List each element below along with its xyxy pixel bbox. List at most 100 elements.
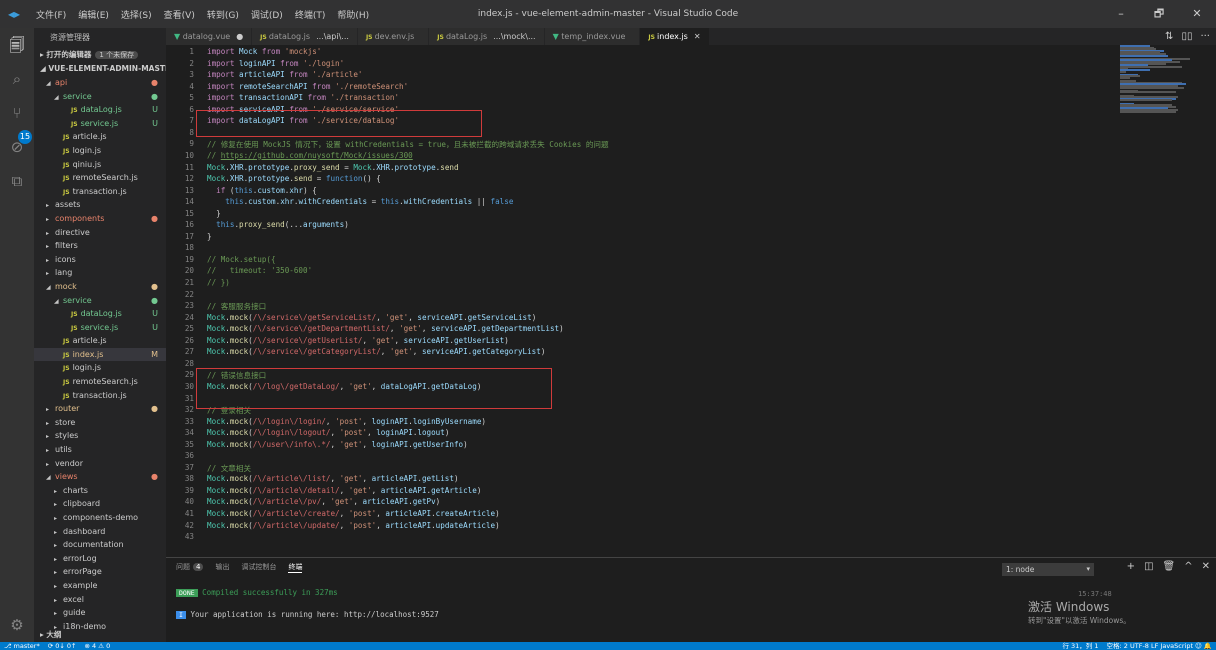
folder-item[interactable]: ▸ errorPage	[34, 565, 166, 579]
editor-tab[interactable]: ▼ datalog.vue ●	[166, 28, 253, 45]
code-line[interactable]: Mock.mock(/\/article\/detail/, 'get', ar…	[207, 486, 481, 495]
folder-item[interactable]: ▸ documentation	[34, 538, 166, 552]
maximize-button[interactable]: 🗗	[1140, 0, 1178, 28]
file-item[interactable]: JS index.js M	[34, 347, 166, 362]
code-line[interactable]: import loginAPI from './login'	[207, 59, 344, 68]
panel-tab[interactable]: 问题 4	[176, 562, 204, 573]
menu-item[interactable]: 帮助(H)	[331, 8, 375, 21]
layout-icon[interactable]: ▯▯	[1181, 28, 1192, 45]
folder-item[interactable]: ▸ assets	[34, 198, 166, 212]
file-item[interactable]: JS remoteSearch.js	[34, 171, 166, 185]
file-item[interactable]: JS login.js	[34, 144, 166, 158]
code-line[interactable]: }	[207, 232, 212, 241]
folder-item[interactable]: ▸ filters	[34, 239, 166, 253]
folder-item[interactable]: ▸ components ●	[34, 212, 166, 226]
code-line[interactable]: // 修复在使用 MockJS 情况下，设置 withCredentials =…	[207, 139, 609, 150]
folder-item[interactable]: ▸ dashboard	[34, 525, 166, 539]
folder-item[interactable]: ▸ components-demo	[34, 511, 166, 525]
code-line[interactable]: Mock.mock(/\/article\/list/, 'get', arti…	[207, 474, 459, 483]
file-item[interactable]: JS remoteSearch.js	[34, 375, 166, 389]
folder-item[interactable]: ▸ excel	[34, 593, 166, 607]
git-branch[interactable]: ⎇ master*	[4, 642, 40, 650]
code-line[interactable]: import transactionAPI from './transactio…	[207, 93, 399, 102]
folder-item[interactable]: ◢ mock ●	[34, 280, 166, 294]
code-line[interactable]: this.custom.xhr.withCredentials = this.w…	[207, 197, 513, 206]
file-item[interactable]: JS article.js	[34, 334, 166, 348]
settings-gear-icon[interactable]: ⚙	[0, 608, 34, 642]
explorer-icon[interactable]: 🗐	[0, 28, 34, 62]
menu-item[interactable]: 选择(S)	[115, 8, 158, 21]
code-line[interactable]: this.proxy_send(...arguments)	[207, 220, 349, 229]
code-line[interactable]: Mock.XHR.prototype.proxy_send = Mock.XHR…	[207, 163, 459, 172]
code-line[interactable]: Mock.XHR.prototype.send = function() {	[207, 174, 381, 183]
code-line[interactable]: // Mock.setup({	[207, 255, 276, 264]
status-right-items[interactable]: 空格: 2 UTF-8 LF JavaScript ☺ 🔔	[1107, 642, 1212, 650]
file-item[interactable]: JS transaction.js	[34, 185, 166, 199]
terminal-output[interactable]: DONE Compiled successfully in 327ms I Yo…	[176, 586, 439, 630]
code-line[interactable]: }	[207, 209, 221, 218]
maximize-panel-icon[interactable]: ^	[1184, 561, 1192, 572]
panel-tab[interactable]: 输出	[215, 562, 229, 573]
file-item[interactable]: JS qiniu.js	[34, 158, 166, 172]
code-line[interactable]: // 文章相关	[207, 463, 251, 474]
folder-item[interactable]: ◢ views ●	[34, 470, 166, 484]
source-control-icon[interactable]: ⑂	[0, 96, 34, 130]
code-line[interactable]: Mock.mock(/\/login\/logout/, 'post', log…	[207, 428, 449, 437]
sync-status[interactable]: ⟳ 0↓ 0↑	[48, 642, 77, 650]
code-editor[interactable]: 1 import Mock from 'mockjs' 2 import loginA…	[166, 45, 1196, 557]
editor-tab[interactable]: JS dataLog.js ...\mock\...	[429, 28, 545, 45]
close-tab-icon[interactable]: ✕	[694, 32, 701, 41]
code-line[interactable]: // })	[207, 278, 230, 287]
more-actions-icon[interactable]: ···	[1200, 28, 1210, 45]
folder-item[interactable]: ▸ styles	[34, 429, 166, 443]
menu-item[interactable]: 文件(F)	[30, 8, 72, 21]
code-line[interactable]: Mock.mock(/\/article\/update/, 'post', a…	[207, 521, 500, 530]
folder-item[interactable]: ▸ errorLog	[34, 552, 166, 566]
editor-tab[interactable]: JS dataLog.js ...\api\...	[252, 28, 358, 45]
project-section[interactable]: ◢ VUE-ELEMENT-ADMIN-MASTER	[34, 62, 166, 76]
code-line[interactable]: Mock.mock(/\/article\/pv/, 'get', articl…	[207, 497, 440, 506]
menu-item[interactable]: 终端(T)	[289, 8, 332, 21]
folder-item[interactable]: ▸ clipboard	[34, 497, 166, 511]
code-line[interactable]: Mock.mock(/\/login\/login/, 'post', logi…	[207, 417, 486, 426]
folder-item[interactable]: ▸ router ●	[34, 402, 166, 416]
menu-item[interactable]: 查看(V)	[158, 8, 201, 21]
new-terminal-icon[interactable]: +	[1127, 561, 1135, 572]
menu-item[interactable]: 编辑(E)	[72, 8, 115, 21]
file-item[interactable]: JS service.js U	[34, 321, 166, 335]
folder-item[interactable]: ▸ directive	[34, 226, 166, 240]
open-editors-section[interactable]: ▸ 打开的编辑器 1 个未保存	[34, 48, 166, 62]
code-line[interactable]: Mock.mock(/\/service\/getUserList/, 'get…	[207, 336, 509, 345]
code-line[interactable]: import remoteSearchAPI from './remoteSea…	[207, 82, 408, 91]
code-line[interactable]: if (this.custom.xhr) {	[207, 186, 317, 195]
code-line[interactable]: // https://github.com/nuysoft/Mock/issue…	[207, 151, 413, 160]
folder-item[interactable]: ▸ charts	[34, 484, 166, 498]
folder-item[interactable]: ◢ api ●	[34, 76, 166, 90]
code-line[interactable]: Mock.mock(/\/service\/getDepartmentList/…	[207, 324, 564, 333]
extensions-icon[interactable]: ⧉	[0, 164, 34, 198]
outline-section[interactable]: ▸ 大纲	[34, 628, 61, 642]
editor-tab[interactable]: ▼ temp_index.vue	[544, 28, 641, 45]
folder-item[interactable]: ◢ service ●	[34, 294, 166, 308]
panel-tab[interactable]: 调试控制台	[241, 562, 276, 573]
editor-tab[interactable]: JS index.js ✕	[640, 28, 710, 45]
code-line[interactable]: // 客服服务接口	[207, 301, 266, 312]
problems-status[interactable]: ⊗ 4 ⚠ 0	[84, 642, 110, 650]
file-item[interactable]: JS dataLog.js U	[34, 307, 166, 321]
file-item[interactable]: JS login.js	[34, 361, 166, 375]
folder-item[interactable]: ▸ vendor	[34, 457, 166, 471]
file-item[interactable]: JS article.js	[34, 130, 166, 144]
menu-item[interactable]: 转到(G)	[201, 8, 245, 21]
code-line[interactable]: Mock.mock(/\/service\/getCategoryList/, …	[207, 347, 545, 356]
terminal-select[interactable]: 1: node ▾	[1002, 563, 1094, 576]
file-item[interactable]: JS service.js U	[34, 117, 166, 131]
folder-item[interactable]: ▸ store	[34, 416, 166, 430]
code-line[interactable]: Mock.mock(/\/user\/info\.*/, 'get', logi…	[207, 440, 468, 449]
file-item[interactable]: JS transaction.js	[34, 389, 166, 403]
file-item[interactable]: JS dataLog.js U	[34, 103, 166, 117]
code-line[interactable]: // timeout: '350-600'	[207, 266, 312, 275]
split-terminal-icon[interactable]: ◫	[1144, 561, 1153, 572]
close-window-button[interactable]: ✕	[1178, 0, 1216, 28]
menu-item[interactable]: 调试(D)	[245, 8, 289, 21]
folder-item[interactable]: ▸ guide	[34, 606, 166, 620]
